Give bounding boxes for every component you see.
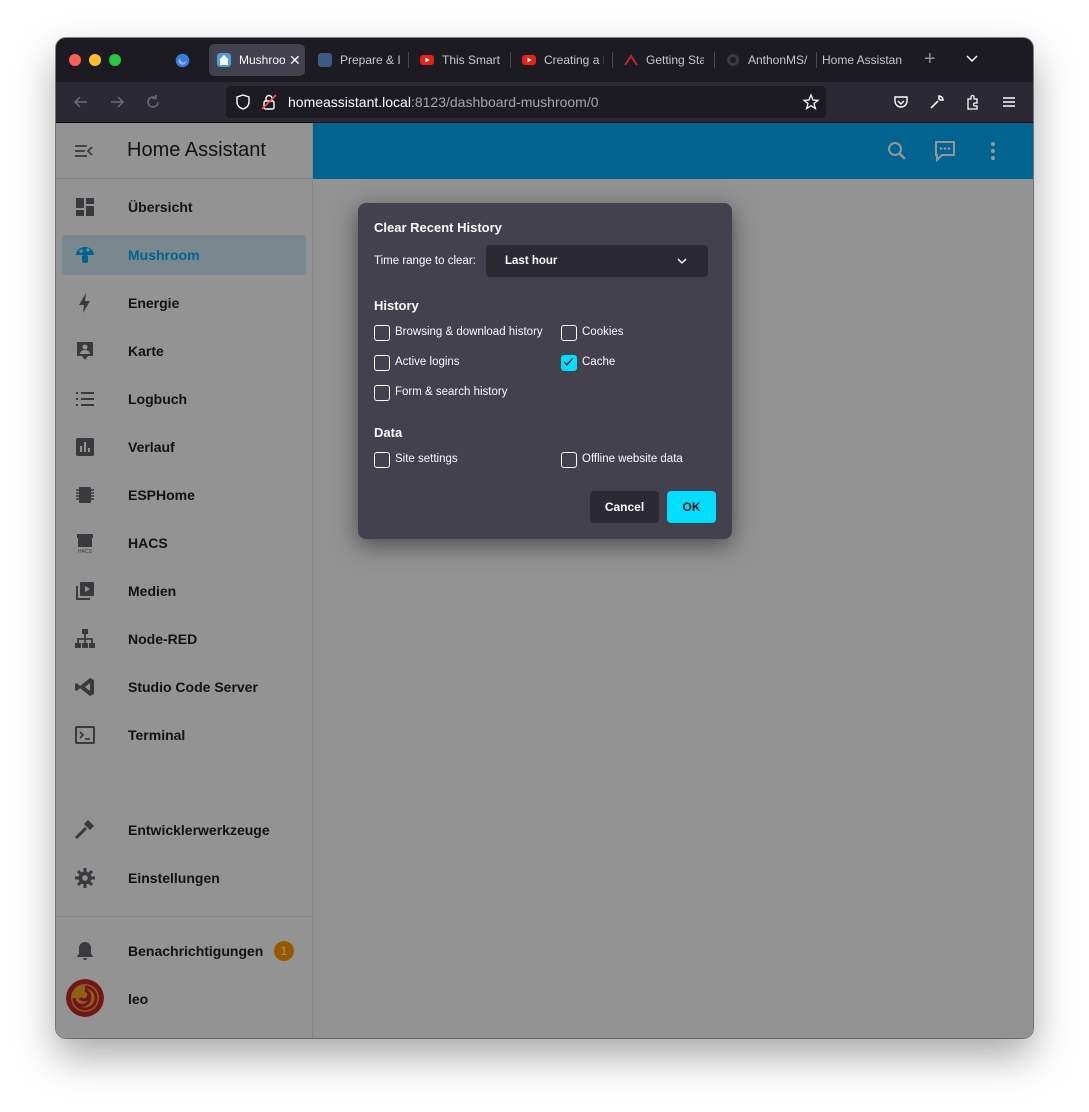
chevron-down-icon — [677, 258, 687, 265]
tab-creating[interactable]: Creating a I — [514, 44, 610, 76]
insecure-lock-icon[interactable] — [260, 93, 278, 111]
checkbox-label: Site settings — [395, 453, 458, 465]
checkbox-label: Cache — [582, 356, 616, 368]
youtube-icon — [522, 55, 536, 65]
cache-checkbox[interactable] — [561, 355, 577, 371]
star-bookmark-icon[interactable] — [802, 93, 820, 111]
nav-bar: homeassistant.local:8123/dashboard-mushr… — [56, 82, 1033, 123]
site-settings-checkbox[interactable] — [374, 452, 390, 468]
tab-label: AnthonMS/ — [748, 53, 808, 67]
tab-label: This Smart — [442, 53, 501, 67]
time-range-select[interactable]: Last hour — [486, 245, 708, 277]
url-text: homeassistant.local:8123/dashboard-mushr… — [288, 94, 599, 110]
tab-divider — [612, 52, 613, 68]
checkbox-label: Form & search history — [395, 386, 508, 398]
checkmark-icon — [563, 358, 574, 366]
wrench-icon[interactable] — [928, 93, 946, 111]
ok-button[interactable]: OK — [667, 491, 716, 523]
tab-getting-started[interactable]: Getting Sta — [616, 44, 712, 76]
data-heading: Data — [374, 425, 403, 440]
tab-label: Creating a I — [544, 53, 604, 67]
tab-label: Home Assistan — [822, 53, 902, 67]
url-path: :8123/dashboard-mushroom/0 — [410, 94, 599, 110]
checkbox-label: Browsing & download history — [395, 326, 543, 338]
time-range-value: Last hour — [505, 255, 558, 267]
browsing-history-checkbox[interactable] — [374, 325, 390, 341]
shield-icon[interactable] — [234, 93, 252, 111]
extensions-icon[interactable] — [964, 93, 982, 111]
checkbox-label: Active logins — [395, 356, 460, 368]
tab-anthonms[interactable]: AnthonMS/ — [718, 44, 814, 76]
chevron-down-icon[interactable] — [964, 50, 980, 66]
reload-icon[interactable] — [144, 93, 162, 111]
youtube-icon — [420, 55, 434, 65]
hamburger-menu-icon[interactable] — [1000, 93, 1018, 111]
blue-square-icon — [318, 53, 332, 67]
home-assistant-icon — [217, 53, 231, 67]
cancel-button[interactable]: Cancel — [590, 491, 659, 523]
tab-divider — [408, 52, 409, 68]
back-arrow-icon[interactable] — [72, 93, 90, 111]
tab-divider — [510, 52, 511, 68]
pocket-icon[interactable] — [892, 93, 910, 111]
time-range-label: Time range to clear: — [374, 255, 476, 267]
active-logins-checkbox[interactable] — [374, 355, 390, 371]
new-tab-button[interactable]: + — [924, 48, 936, 70]
url-host: homeassistant.local — [288, 94, 411, 110]
zoom-window-button[interactable] — [109, 54, 121, 66]
offline-website-data-checkbox[interactable] — [561, 452, 577, 468]
form-search-history-checkbox[interactable] — [374, 385, 390, 401]
cookies-checkbox[interactable] — [561, 325, 577, 341]
tab-mushroom[interactable]: Mushroo ✕ — [209, 44, 305, 76]
checkbox-label: Cookies — [582, 326, 624, 338]
history-heading: History — [374, 298, 419, 313]
tab-divider — [714, 52, 715, 68]
tab-label: Prepare & I — [340, 53, 401, 67]
clear-history-dialog: Clear Recent History Time range to clear… — [358, 203, 732, 539]
tab-close-icon[interactable]: ✕ — [289, 52, 301, 69]
tab-bar: Mushroo ✕ Prepare & I This Smart Creatin… — [56, 38, 1033, 82]
github-icon — [727, 54, 739, 66]
tab-this-smart[interactable]: This Smart — [412, 44, 508, 76]
firefox-view-icon[interactable] — [174, 52, 191, 69]
red-logo-icon — [624, 54, 638, 66]
dialog-title: Clear Recent History — [374, 220, 502, 235]
tab-label: Mushroo — [239, 53, 285, 67]
tab-prepare[interactable]: Prepare & I — [310, 44, 406, 76]
close-window-button[interactable] — [69, 54, 81, 66]
page-content: Home Assistant Übersicht Mushroom Energi… — [56, 123, 1033, 1038]
browser-window: Mushroo ✕ Prepare & I This Smart Creatin… — [56, 38, 1033, 1038]
tab-home-assistant[interactable]: Home Assistan — [814, 44, 910, 76]
url-bar[interactable]: homeassistant.local:8123/dashboard-mushr… — [226, 86, 826, 118]
minimize-window-button[interactable] — [89, 54, 101, 66]
tab-label: Getting Sta — [646, 53, 704, 67]
checkbox-label: Offline website data — [582, 453, 683, 465]
forward-arrow-icon[interactable] — [108, 93, 126, 111]
